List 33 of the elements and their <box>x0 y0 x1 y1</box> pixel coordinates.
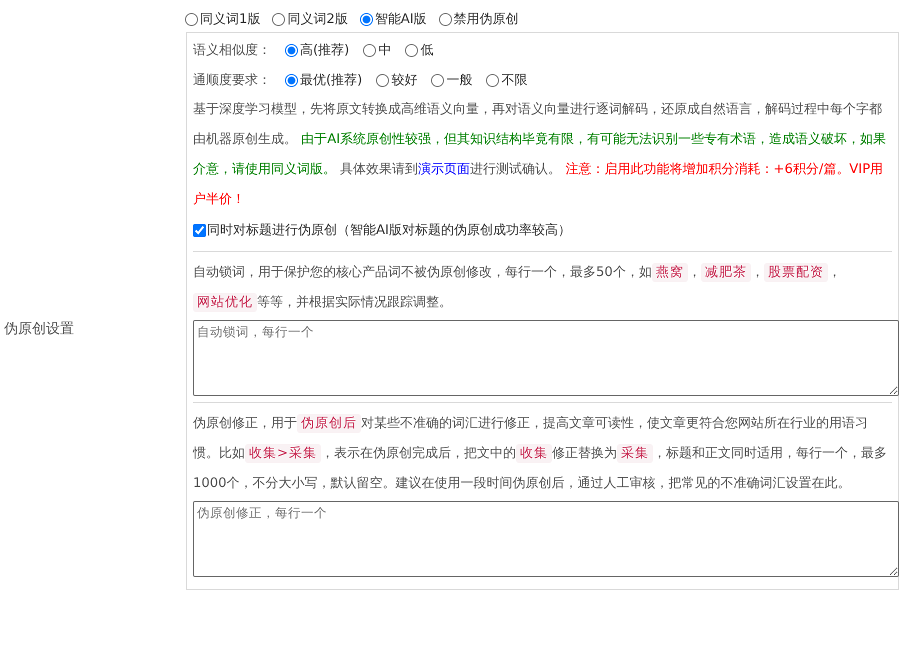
radio-button[interactable] <box>285 44 298 56</box>
radio-button[interactable] <box>285 74 298 86</box>
option-label: 禁用伪原创 <box>454 11 519 28</box>
radio-button[interactable] <box>185 12 198 26</box>
radio-button[interactable] <box>405 44 418 56</box>
option-label: 较好 <box>391 72 418 89</box>
demo-page-link[interactable]: 演示页面 <box>418 162 470 177</box>
help-text: 自动锁词，用于保护您的核心产品词不被伪原创修改，每行一个，最多50个，如 燕窝 ， 减肥茶 ， 股票配资 ， 网站优化 等等，并根据实际情况跟踪调整。 <box>193 262 842 314</box>
option-label: 同义词2版 <box>287 11 348 28</box>
radio-button[interactable] <box>438 12 452 26</box>
radio-button[interactable] <box>360 12 373 26</box>
setting-label: 通顺度要求： <box>193 72 271 89</box>
option-label: 不限 <box>501 72 528 89</box>
input-field[interactable]: 伪原创修正，每行一个 <box>193 501 899 577</box>
radio-button[interactable] <box>363 44 376 56</box>
help-text: 伪原创修正，用于 伪原创后 对某些不准确的词汇进行修正，提高文章可读性，使文章更符合您网站所在行业的用语习惯。比如 收集>采集 ，表示在伪原创完成后，把文中的 收集 修正替换为 采集 ，标题和正文同时适用，每行一个，最多1000个，不分大小写，默认留空。建议在使用一段时间伪原创后，通过人工审核，把常见的不准确词汇设置在此。 <box>193 413 888 493</box>
option-label: 高(推荐) <box>300 42 350 59</box>
setting-label: 语义相似度： <box>193 42 271 59</box>
description-text: 基于深度学习模型，先将原文转换成高维语义向量，再对语义向量进行逐词解码，还原成自然语言，解码过程中每个字都由机器原创生成。 由于AI系统原创性较强，但其知识结构毕竟有限，有可能无法识别一些专有术语，造成语义破坏，如果介意，请使用同义词版。 具体效果请到演示页面进行测试确认。 注意：启用此功能将增加积分消耗：+6积分/篇。VIP用户半价！ <box>193 101 888 209</box>
radio-button[interactable] <box>431 74 444 86</box>
option-label: 同义词1版 <box>200 11 260 28</box>
checkbox[interactable] <box>193 224 206 236</box>
radio-button[interactable] <box>272 12 286 26</box>
option-label: 最优(推荐) <box>300 72 362 89</box>
radio-button[interactable] <box>486 74 500 86</box>
section-label: 伪原创设置 <box>3 320 75 338</box>
radio-button[interactable] <box>376 74 390 86</box>
option-label: 一般 <box>446 72 472 89</box>
checkbox-label: 同时对标题进行伪原创（智能AI版对标题的伪原创成功率较高） <box>207 222 571 239</box>
option-label: 中 <box>378 42 392 59</box>
option-label: 低 <box>420 42 434 59</box>
option-label: 智能AI版 <box>374 11 427 28</box>
input-field[interactable]: 自动锁词，每行一个 <box>193 320 899 396</box>
